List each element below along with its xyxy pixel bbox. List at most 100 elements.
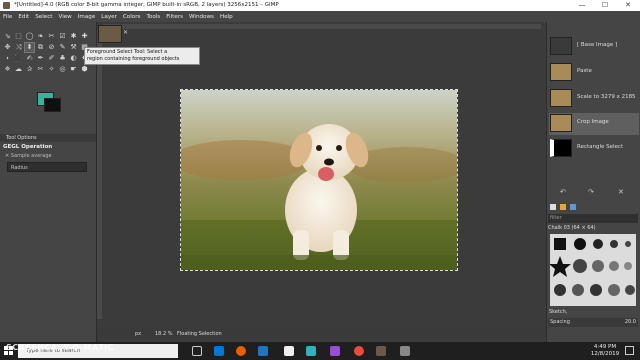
file-explorer-icon[interactable] xyxy=(258,346,268,356)
clock-time: 4:49 PM xyxy=(593,344,617,350)
tool-icon[interactable]: ⤨ xyxy=(14,43,23,52)
tool-tooltip: Foreground Select Tool: Select a region … xyxy=(84,47,200,65)
tool-icon[interactable]: ✂ xyxy=(47,32,56,41)
pattern-tab-icon[interactable] xyxy=(560,204,566,210)
unit-selector[interactable]: px xyxy=(135,329,141,339)
sample-average-option[interactable]: ✕ Sample average xyxy=(5,153,52,159)
history-item-base-image[interactable]: [ Base Image ] xyxy=(549,36,639,58)
history-thumb xyxy=(550,89,572,107)
tool-icon[interactable]: ⇘ xyxy=(3,32,12,41)
edge-icon[interactable] xyxy=(214,346,224,356)
tool-icon[interactable]: ☑ xyxy=(58,32,67,41)
undo-icon[interactable]: ↶ xyxy=(560,188,566,196)
history-undo-bar: ↶ ↷ ✕ xyxy=(548,188,638,196)
tool-icon[interactable]: ☛ xyxy=(69,65,78,74)
history-item-rectangle-select[interactable]: Rectangle Select xyxy=(549,138,639,160)
tool-icon[interactable]: ⬚ xyxy=(14,32,23,41)
history-label: Rectangle Select xyxy=(577,144,624,150)
image-tab-close-icon[interactable]: ✕ xyxy=(123,29,128,36)
tool-icon[interactable]: ◯ xyxy=(25,32,34,41)
tool-icon[interactable]: ✚ xyxy=(80,32,89,41)
history-thumb xyxy=(550,114,572,132)
tool-icon[interactable]: ⧉ xyxy=(36,43,45,52)
gimp-taskbar-icon[interactable] xyxy=(376,346,386,356)
brush-grid[interactable] xyxy=(549,234,636,306)
history-label: Paste xyxy=(577,68,592,74)
radius-field[interactable]: Radius xyxy=(7,162,87,172)
tool-options-tab[interactable]: Tool Options xyxy=(0,134,96,142)
history-label: [ Base Image ] xyxy=(577,42,618,48)
tool-icon[interactable]: ♣ xyxy=(58,54,67,63)
tool-icon[interactable]: ◎ xyxy=(58,65,67,74)
toolbox-panel: ⇘⬚◯❧✂☑✱✚✥⤨⬍⧉⊘✎⚒▦⬪⬛✍✒✐♣◐✸✵☁✰✂✧◎☛⬢ Tool Op… xyxy=(0,22,97,360)
selected-brush-name: Chalk 03 (64 × 64) xyxy=(548,225,596,231)
puppy-photo xyxy=(181,90,457,270)
tooltip-line-1: Foreground Select Tool: Select a xyxy=(87,49,168,55)
tooltip-line-2: region containing foreground objects xyxy=(87,56,180,62)
clear-history-icon[interactable]: ✕ xyxy=(618,188,624,196)
tool-icon[interactable]: ⚒ xyxy=(69,43,78,52)
tool-icon[interactable]: ⬢ xyxy=(80,65,89,74)
window-title-bar: *[Untitled]-4.0 (RGB color 8-bit gamma i… xyxy=(0,0,640,11)
tool-icon[interactable]: ✎ xyxy=(58,43,67,52)
history-item-scale[interactable]: Scale to 3279 x 2185 xyxy=(549,88,639,110)
background-color-swatch[interactable] xyxy=(44,98,61,112)
close-button[interactable]: ✕ xyxy=(617,0,639,11)
tool-icon[interactable]: ✧ xyxy=(47,65,56,74)
spacing-value: 20.0 xyxy=(624,319,636,325)
tool-icon[interactable]: ⬍ xyxy=(24,42,35,53)
brush-tag-field[interactable]: Sketch, xyxy=(548,308,638,316)
tool-icon[interactable]: ❧ xyxy=(36,32,45,41)
app-icon[interactable] xyxy=(400,346,410,356)
redo-icon[interactable]: ↷ xyxy=(588,188,594,196)
firefox-icon[interactable] xyxy=(236,346,246,356)
tool-icon[interactable]: ✥ xyxy=(3,43,12,52)
checkbox-icon: ✕ xyxy=(5,153,10,159)
task-view-icon[interactable] xyxy=(192,346,202,356)
history-item-crop-image[interactable]: Crop Image xyxy=(549,113,639,135)
brushes-tab-bar xyxy=(548,203,638,212)
zoom-selector[interactable]: 18.2 % xyxy=(155,329,172,339)
tool-icon[interactable]: ✒ xyxy=(36,54,45,63)
vertical-ruler xyxy=(97,29,102,319)
spacing-label: Spacing xyxy=(550,319,570,325)
app-icon[interactable] xyxy=(306,346,316,356)
tool-icon[interactable]: ✐ xyxy=(47,54,56,63)
store-icon[interactable] xyxy=(284,346,294,356)
tool-icon[interactable]: ✂ xyxy=(36,65,45,74)
tools-grid: ⇘⬚◯❧✂☑✱✚✥⤨⬍⧉⊘✎⚒▦⬪⬛✍✒✐♣◐✸✵☁✰✂✧◎☛⬢ xyxy=(3,32,93,76)
tool-icon[interactable]: ✱ xyxy=(69,32,78,41)
brush-filter-input[interactable]: filter xyxy=(548,214,638,223)
chrome-icon[interactable] xyxy=(354,346,364,356)
spacing-slider[interactable]: Spacing 20.0 xyxy=(548,318,638,327)
radius-label: Radius xyxy=(11,165,28,171)
history-item-paste[interactable]: Paste xyxy=(549,62,639,84)
brush-tab-icon[interactable] xyxy=(550,204,556,210)
gegl-operation-heading: GEGL Operation xyxy=(3,144,53,150)
screencast-watermark: SCREENCAST-O-MATIC xyxy=(6,343,114,352)
window-title: *[Untitled]-4.0 (RGB color 8-bit gamma i… xyxy=(14,2,279,8)
tool-icon[interactable]: ✵ xyxy=(3,65,12,74)
tool-icon[interactable]: ☁ xyxy=(14,65,23,74)
minimize-button[interactable]: — xyxy=(571,0,593,11)
gradient-tab-icon[interactable] xyxy=(570,204,576,210)
tool-icon[interactable]: ⊘ xyxy=(47,43,56,52)
tool-icon[interactable]: ⬛ xyxy=(14,54,23,63)
tool-icon[interactable]: ✰ xyxy=(25,65,34,74)
system-clock[interactable]: 4:49 PM 12/8/2019 xyxy=(590,344,620,358)
maximize-button[interactable]: ☐ xyxy=(594,0,616,11)
tool-icon[interactable]: ⬪ xyxy=(3,54,12,63)
history-label: Crop Image xyxy=(577,119,609,125)
history-thumb xyxy=(550,37,572,55)
premiere-icon[interactable] xyxy=(330,346,340,356)
brush-previews xyxy=(549,238,635,296)
image-canvas-puppy[interactable] xyxy=(180,89,458,271)
notification-icon[interactable] xyxy=(625,346,634,355)
gimp-app-icon xyxy=(3,2,10,9)
tool-icon[interactable]: ✍ xyxy=(25,54,34,63)
sample-average-label: Sample average xyxy=(10,153,52,159)
image-tab-thumbnail[interactable] xyxy=(98,25,122,43)
tool-icon[interactable]: ◐ xyxy=(69,54,78,63)
history-thumb xyxy=(550,139,572,157)
menu-bar: File Edit Select View Image Layer Colors Tools F… xyxy=(0,11,640,22)
